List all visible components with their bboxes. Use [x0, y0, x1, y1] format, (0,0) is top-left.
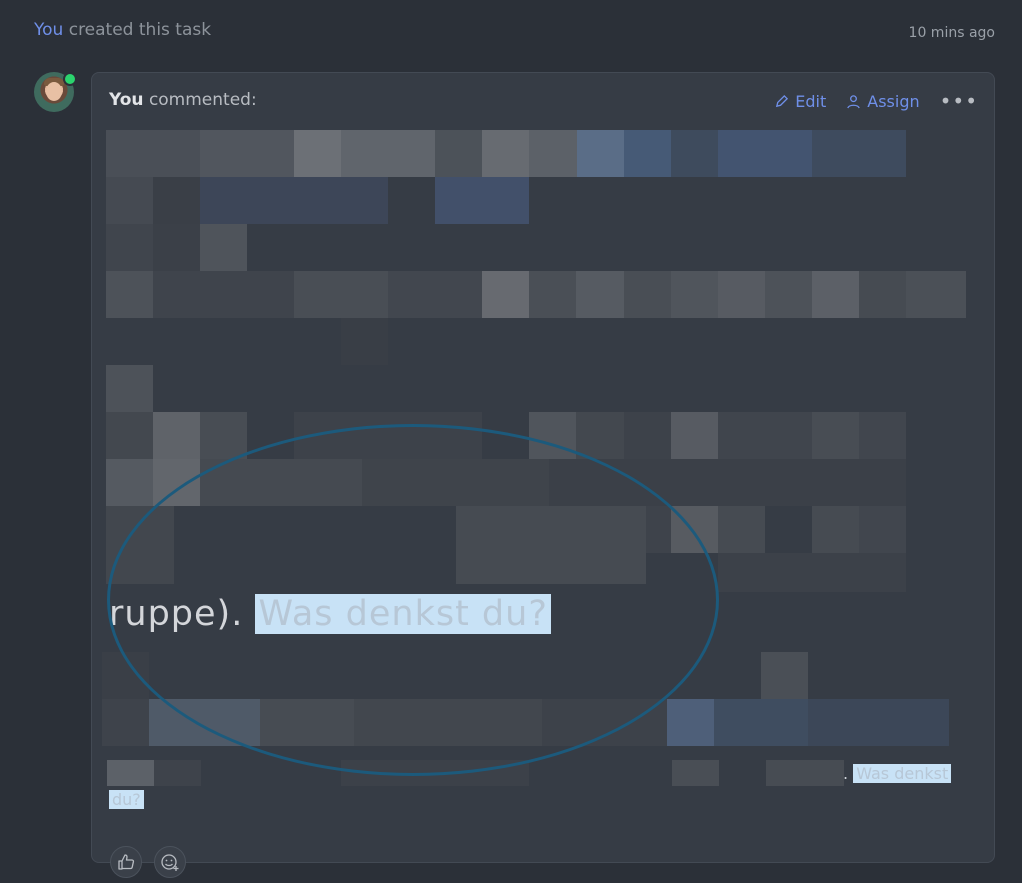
activity-time: 10 mins ago [908, 25, 995, 41]
avatar-face [46, 82, 62, 101]
add-emoji-icon [161, 854, 179, 871]
tail-prefix: . [843, 764, 849, 783]
comment-tail: . Was denkst [843, 764, 952, 783]
annotation-ellipse [107, 424, 719, 776]
assign-label: Assign [867, 91, 920, 111]
comment-tail-continued: du? [109, 790, 144, 809]
comment-verb: commented: [148, 90, 257, 110]
activity-text: created this task [68, 20, 212, 40]
comment-header: You commented: [109, 90, 257, 110]
assign-button[interactable]: Assign [846, 91, 920, 111]
add-reaction-button[interactable] [154, 846, 186, 878]
online-status-dot [63, 72, 77, 86]
tail-selected-text-2: du? [109, 790, 144, 809]
comment-author[interactable]: You [109, 90, 144, 110]
pencil-icon [776, 94, 789, 107]
edit-label: Edit [795, 91, 827, 111]
activity-actor[interactable]: You [34, 20, 63, 40]
comment-actions: Edit Assign ••• [774, 89, 978, 113]
tail-selected-text: Was denkst [853, 764, 952, 783]
more-options-button[interactable]: ••• [940, 89, 978, 113]
activity-line: You created this task [34, 20, 211, 40]
edit-button[interactable]: Edit [774, 92, 826, 111]
thumbs-up-icon [118, 854, 135, 870]
user-icon [847, 94, 861, 108]
like-button[interactable] [110, 846, 142, 878]
